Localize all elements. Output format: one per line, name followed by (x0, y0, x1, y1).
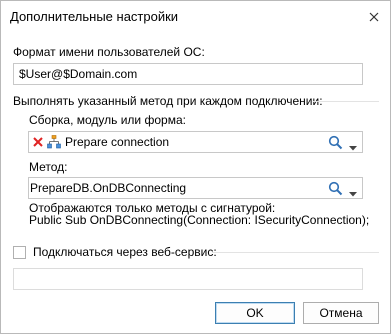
search-icon (328, 135, 343, 150)
module-label: Сборка, модуль или форма: (29, 113, 186, 127)
close-icon (369, 12, 379, 22)
web-service-label: Подключаться через веб-сервис: (33, 245, 217, 259)
cancel-button[interactable]: Отмена (303, 302, 379, 324)
clear-selection-button[interactable] (32, 136, 44, 148)
settings-dialog: Дополнительные настройки Формат имени по… (0, 0, 391, 334)
method-label: Метод: (29, 160, 68, 174)
method-dropdown-button[interactable] (349, 186, 357, 197)
signature-note-line2: Public Sub OnDBConnecting(Connection: IS… (29, 213, 370, 227)
chevron-down-icon (349, 192, 357, 197)
search-icon (328, 181, 343, 196)
web-service-input[interactable] (13, 268, 363, 290)
module-search-button[interactable] (328, 135, 343, 150)
os-user-format-value: $User@$Domain.com (19, 67, 138, 81)
os-user-format-input[interactable]: $User@$Domain.com (13, 63, 363, 85)
method-value: PrepareDB.OnDBConnecting (30, 181, 187, 195)
chevron-down-icon (349, 146, 357, 151)
method-picker[interactable]: PrepareDB.OnDBConnecting (28, 177, 363, 199)
close-button[interactable] (366, 9, 382, 25)
section-separator (313, 101, 379, 102)
method-search-button[interactable] (328, 181, 343, 196)
module-picker[interactable]: Prepare connection (28, 131, 363, 153)
module-tree-icon (47, 135, 61, 149)
title-bar: Дополнительные настройки (1, 1, 390, 33)
method-section-label: Выполнять указанный метод при каждом под… (13, 94, 323, 108)
web-service-checkbox[interactable] (13, 246, 26, 259)
web-service-separator (212, 252, 379, 253)
module-dropdown-button[interactable] (349, 140, 357, 151)
module-value: Prepare connection (65, 135, 170, 149)
ok-button[interactable]: OK (215, 302, 295, 324)
os-user-format-label: Формат имени пользователей ОС: (13, 45, 205, 59)
dialog-title: Дополнительные настройки (10, 9, 179, 24)
clear-red-x-icon (33, 137, 43, 147)
